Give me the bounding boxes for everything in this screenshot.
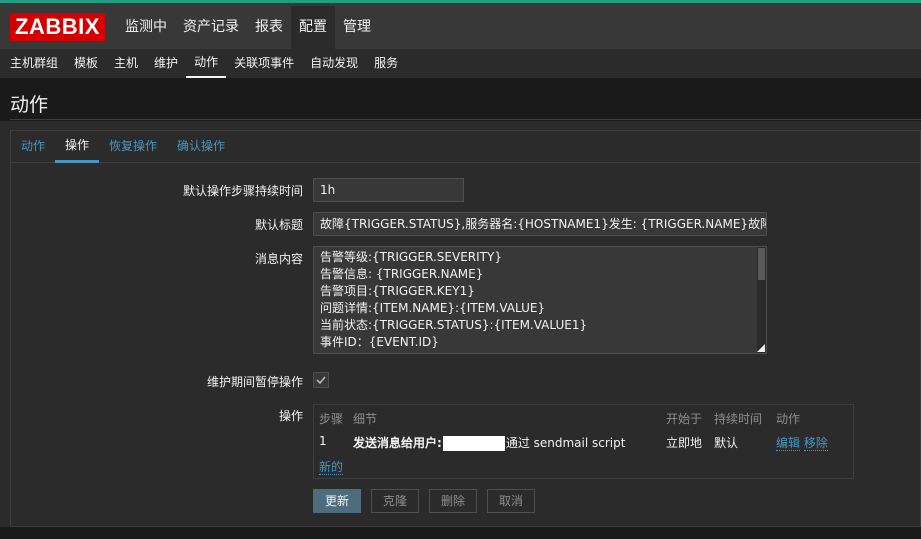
operation-detail: 发送消息给用户: 通过 sendmail script bbox=[353, 434, 625, 451]
remove-operation-link[interactable]: 移除 bbox=[803, 436, 828, 451]
sub-menu-item-services[interactable]: 服务 bbox=[366, 49, 406, 78]
top-navigation-bar: ZABBIX 监测中 资产记录 报表 配置 管理 bbox=[0, 0, 921, 49]
page-header: 动作 bbox=[0, 78, 921, 121]
tab-action[interactable]: 动作 bbox=[11, 131, 55, 162]
operations-table: 步骤 细节 开始于 持续时间 动作 1 发送消息给用户: 通过 sendmail … bbox=[313, 404, 854, 479]
message-line: 问题详情:{ITEM.NAME}:{ITEM.VALUE} bbox=[320, 301, 546, 315]
main-menu-item-inventory[interactable]: 资产记录 bbox=[175, 6, 247, 49]
column-header-start: 开始于 bbox=[666, 412, 703, 426]
column-header-detail: 细节 bbox=[353, 412, 378, 426]
redacted-user bbox=[442, 436, 505, 451]
textarea-scrollbar[interactable] bbox=[757, 247, 766, 353]
main-menu-item-administration[interactable]: 管理 bbox=[335, 6, 379, 49]
message-textarea[interactable]: 告警等级:{TRIGGER.SEVERITY} 告警信息: {TRIGGER.N… bbox=[313, 246, 767, 354]
message-line: 告警等级:{TRIGGER.SEVERITY} bbox=[320, 250, 502, 264]
subject-input[interactable]: 故障{TRIGGER.STATUS},服务器名:{HOSTNAME1}发生: {… bbox=[313, 212, 767, 236]
zabbix-logo[interactable]: ZABBIX bbox=[10, 13, 105, 41]
tab-operations[interactable]: 操作 bbox=[55, 131, 100, 163]
message-line: 事件ID：{EVENT.ID} bbox=[320, 335, 439, 349]
sub-menu-item-event-correlation[interactable]: 关联项事件 bbox=[226, 49, 302, 78]
main-menu-item-reports[interactable]: 报表 bbox=[247, 6, 291, 49]
sub-menu-item-discovery[interactable]: 自动发现 bbox=[302, 49, 366, 78]
checkmark-icon bbox=[316, 376, 326, 385]
message-line: 当前状态:{TRIGGER.STATUS}:{ITEM.VALUE1} bbox=[320, 318, 588, 332]
operations-label: 操作 bbox=[278, 409, 303, 423]
message-line: 告警项目:{TRIGGER.KEY1} bbox=[320, 284, 475, 298]
page-title: 动作 bbox=[10, 94, 49, 116]
textarea-scroll-thumb[interactable] bbox=[758, 248, 765, 280]
step-duration-label: 默认操作步骤持续时间 bbox=[182, 184, 303, 198]
new-operation-link[interactable]: 新的 bbox=[319, 460, 344, 475]
main-menu-item-monitoring[interactable]: 监测中 bbox=[117, 6, 175, 49]
pause-maintenance-label: 维护期间暂停操作 bbox=[206, 375, 303, 389]
column-header-step: 步骤 bbox=[319, 412, 344, 426]
form-tabs: 动作 操作 恢复操作 确认操作 bbox=[11, 131, 921, 163]
delete-button[interactable]: 删除 bbox=[429, 489, 477, 513]
step-duration-input[interactable]: 1h bbox=[313, 178, 464, 202]
message-label: 消息内容 bbox=[254, 252, 303, 266]
new-operation-row: 新的 bbox=[319, 458, 344, 475]
message-line: 告警信息: {TRIGGER.NAME} bbox=[320, 267, 484, 281]
pause-maintenance-checkbox[interactable] bbox=[313, 372, 329, 388]
tab-recovery-operations[interactable]: 恢复操作 bbox=[99, 131, 167, 162]
page-footer bbox=[0, 527, 921, 539]
operation-duration: 默认 bbox=[714, 436, 739, 450]
sub-menu-item-templates[interactable]: 模板 bbox=[66, 49, 106, 78]
column-header-duration: 持续时间 bbox=[714, 412, 763, 426]
operation-actions: 编辑 移除 bbox=[776, 434, 828, 451]
operation-step: 1 bbox=[319, 434, 327, 448]
clone-button[interactable]: 克隆 bbox=[371, 489, 419, 513]
action-form: 动作 操作 恢复操作 确认操作 默认操作步骤持续时间 1h 默认标题 故障{TR… bbox=[10, 130, 921, 527]
header-divider bbox=[10, 119, 921, 120]
sub-menu-item-hosts[interactable]: 主机 bbox=[106, 49, 146, 78]
sub-menu: 主机群组 模板 主机 维护 动作 关联项事件 自动发现 服务 bbox=[0, 49, 921, 78]
main-menu-item-configuration[interactable]: 配置 bbox=[291, 6, 335, 49]
update-button[interactable]: 更新 bbox=[313, 489, 361, 513]
sub-menu-item-actions[interactable]: 动作 bbox=[186, 49, 227, 78]
operation-detail-prefix: 发送消息给用户: bbox=[353, 436, 442, 450]
cancel-button[interactable]: 取消 bbox=[487, 489, 535, 513]
sub-menu-item-maintenance[interactable]: 维护 bbox=[146, 49, 186, 78]
subject-label: 默认标题 bbox=[254, 218, 303, 232]
operation-detail-suffix: 通过 sendmail script bbox=[505, 436, 626, 450]
main-menu: 监测中 资产记录 报表 配置 管理 bbox=[117, 6, 379, 49]
sub-menu-item-host-groups[interactable]: 主机群组 bbox=[2, 49, 66, 78]
tab-acknowledge-operations[interactable]: 确认操作 bbox=[167, 131, 235, 162]
edit-operation-link[interactable]: 编辑 bbox=[776, 436, 801, 451]
operation-start: 立即地 bbox=[666, 436, 703, 450]
column-header-action: 动作 bbox=[776, 412, 801, 426]
